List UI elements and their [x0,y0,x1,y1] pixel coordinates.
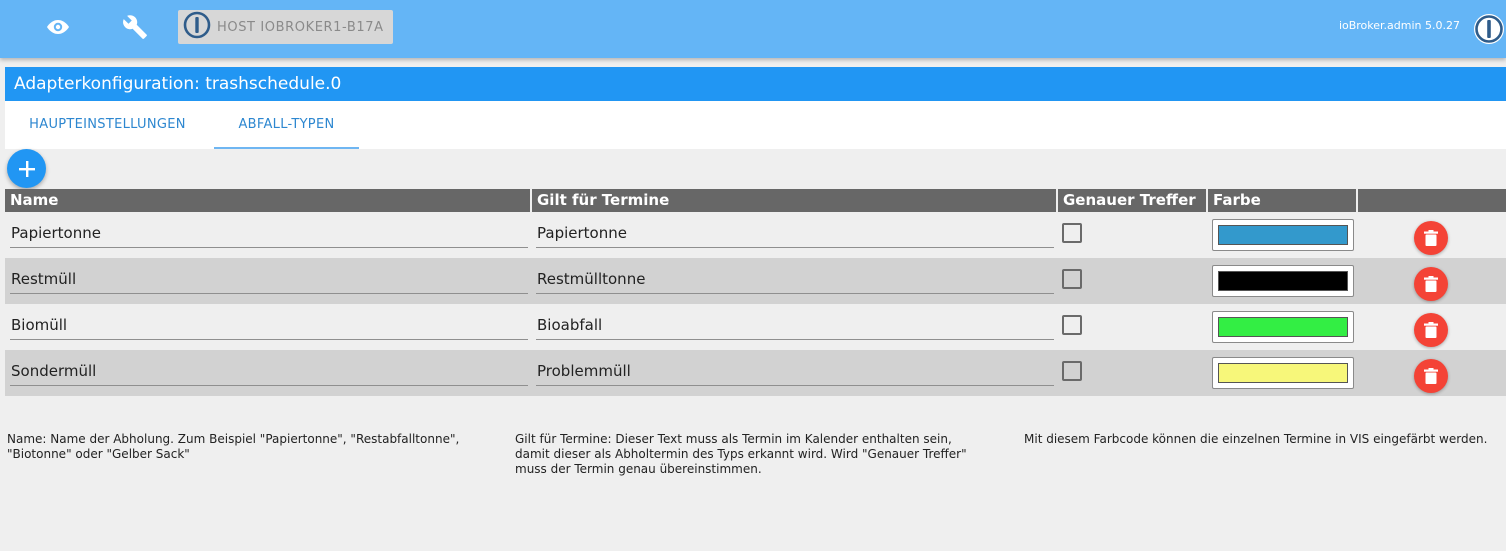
iobroker-logo-icon [183,11,211,43]
version-label: ioBroker.admin 5.0.27 [1338,19,1460,32]
help-text-color: Mit diesem Farbcode können die einzelnen… [1024,432,1488,446]
tab-abfall-typen[interactable]: ABFALL-TYPEN [214,101,359,149]
table-row: Restmüll Restmülltonne [5,258,1506,304]
match-input[interactable]: Problemmüll [536,358,1054,386]
color-picker[interactable] [1212,311,1354,343]
column-header-match: Gilt für Termine [532,189,1058,212]
color-picker[interactable] [1212,265,1354,297]
top-bar: HOST IOBROKER1-B17A ioBroker.admin 5.0.2… [0,0,1506,58]
help-text-match: Gilt für Termine: Dieser Text muss als T… [515,432,967,476]
iobroker-logo-icon [1472,12,1506,50]
name-input[interactable]: Papiertonne [10,220,528,248]
column-header-exact: Genauer Treffer [1058,189,1208,212]
trash-icon [1424,230,1438,246]
tab-bar: HAUPTEINSTELLUNGEN ABFALL-TYPEN [5,101,1506,149]
table-header: Name Gilt für Termine Genauer Treffer Fa… [5,189,1506,212]
column-header-color: Farbe [1208,189,1358,212]
add-row-button[interactable] [7,149,46,188]
match-input[interactable]: Restmülltonne [536,266,1054,294]
tab-haupteinstellungen[interactable]: HAUPTEINSTELLUNGEN [5,101,210,149]
host-label: HOST IOBROKER1-B17A [217,19,384,35]
column-header-name: Name [5,189,532,212]
delete-button[interactable] [1414,221,1448,255]
page-title: Adapterkonfiguration: trashschedule.0 [5,67,1506,101]
table-row: Biomüll Bioabfall [5,304,1506,350]
name-input[interactable]: Sondermüll [10,358,528,386]
delete-button[interactable] [1414,313,1448,347]
exact-match-checkbox[interactable] [1062,223,1082,243]
delete-button[interactable] [1414,359,1448,393]
help-text-name: Name: Name der Abholung. Zum Beispiel "P… [7,432,460,461]
delete-button[interactable] [1414,267,1448,301]
color-swatch [1218,363,1348,383]
match-input[interactable]: Papiertonne [536,220,1054,248]
name-input[interactable]: Restmüll [10,266,528,294]
exact-match-checkbox[interactable] [1062,315,1082,335]
column-header-actions [1358,189,1506,212]
trash-icon [1424,322,1438,338]
color-picker[interactable] [1212,219,1354,251]
table-row: Sondermüll Problemmüll [5,350,1506,396]
color-picker[interactable] [1212,357,1354,389]
table-body: Papiertonne Papiertonne Restmüll Restmül… [5,212,1506,396]
table-row: Papiertonne Papiertonne [5,212,1506,258]
eye-icon[interactable] [44,13,72,41]
host-selector[interactable]: HOST IOBROKER1-B17A [178,10,393,44]
color-swatch [1218,225,1348,245]
exact-match-checkbox[interactable] [1062,269,1082,289]
trash-icon [1424,276,1438,292]
name-input[interactable]: Biomüll [10,312,528,340]
wrench-icon[interactable] [121,13,149,41]
color-swatch [1218,271,1348,291]
match-input[interactable]: Bioabfall [536,312,1054,340]
exact-match-checkbox[interactable] [1062,361,1082,381]
color-swatch [1218,317,1348,337]
plus-icon [18,160,35,177]
trash-icon [1424,368,1438,384]
